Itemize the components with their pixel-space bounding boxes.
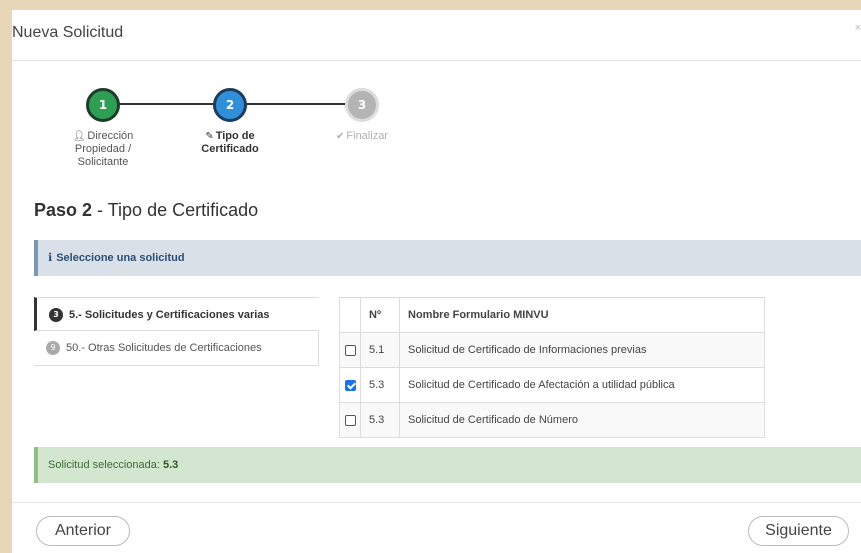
- row-checkbox[interactable]: [344, 414, 356, 426]
- column-header-name: Nombre Formulario MINVU: [399, 297, 765, 333]
- new-request-modal: Nueva Solicitud × 1 👤︎ Dirección Propieda…: [12, 10, 861, 553]
- modal-footer: Anterior Siguiente: [12, 502, 861, 553]
- check-icon: ✔: [336, 131, 345, 142]
- step-number: 1: [86, 88, 120, 122]
- modal-title: Nueva Solicitud: [12, 24, 124, 41]
- wizard-step-1[interactable]: 1 👤︎ Dirección Propiedad / Solicitante: [43, 88, 163, 169]
- count-badge: 3: [49, 308, 63, 323]
- form-number: 5.3: [360, 402, 400, 438]
- row-checkbox[interactable]: [344, 379, 356, 391]
- info-alert: ℹ Seleccione una solicitud: [34, 240, 861, 276]
- wizard-steps: 1 👤︎ Dirección Propiedad / Solicitante 2 …: [12, 80, 861, 190]
- step-number: 3: [345, 88, 379, 122]
- form-number: 5.1: [360, 332, 400, 368]
- page-title: Paso 2 - Tipo de Certificado: [34, 200, 259, 220]
- wizard-step-3[interactable]: 3 ✔ Finalizar: [302, 88, 422, 143]
- count-badge: 9: [46, 341, 60, 356]
- wizard-step-2[interactable]: 2 ✎ Tipo de Certificado: [170, 88, 290, 156]
- column-header-check: [339, 297, 361, 333]
- form-name: Solicitud de Certificado de Número: [399, 402, 765, 438]
- info-icon: ℹ: [48, 251, 53, 264]
- step-number: 2: [213, 88, 247, 122]
- table-row[interactable]: 5.3 Solicitud de Certificado de Número: [339, 402, 765, 438]
- form-number: 5.3: [360, 367, 400, 403]
- table-header-row: Nº Nombre Formulario MINVU: [339, 297, 765, 333]
- form-table: Nº Nombre Formulario MINVU 5.1 Solicitud…: [339, 297, 765, 438]
- request-group-item[interactable]: 3 5.- Solicitudes y Certificaciones varia…: [34, 297, 319, 331]
- step-label: Finalizar: [346, 130, 388, 142]
- selected-value: 5.3: [162, 459, 179, 471]
- next-button[interactable]: Siguiente: [748, 516, 849, 546]
- modal-header: Nueva Solicitud ×: [12, 10, 861, 61]
- request-group-item[interactable]: 9 50.- Otras Solicitudes de Certificacion…: [34, 331, 319, 366]
- table-row[interactable]: 5.1 Solicitud de Certificado de Informac…: [339, 332, 765, 368]
- form-name: Solicitud de Certificado de Afectación a…: [399, 367, 765, 403]
- column-header-number: Nº: [360, 297, 400, 333]
- close-icon[interactable]: ×: [855, 22, 861, 34]
- selection-alert: Solicitud seleccionada: 5.3: [34, 447, 861, 483]
- row-checkbox[interactable]: [344, 344, 356, 356]
- form-name: Solicitud de Certificado de Informacione…: [399, 332, 765, 368]
- previous-button[interactable]: Anterior: [36, 516, 130, 546]
- request-group-list: 3 5.- Solicitudes y Certificaciones varia…: [34, 297, 319, 366]
- table-row[interactable]: 5.3 Solicitud de Certificado de Afectaci…: [339, 367, 765, 403]
- edit-icon: ✎: [205, 131, 214, 142]
- user-icon: 👤︎: [72, 131, 86, 142]
